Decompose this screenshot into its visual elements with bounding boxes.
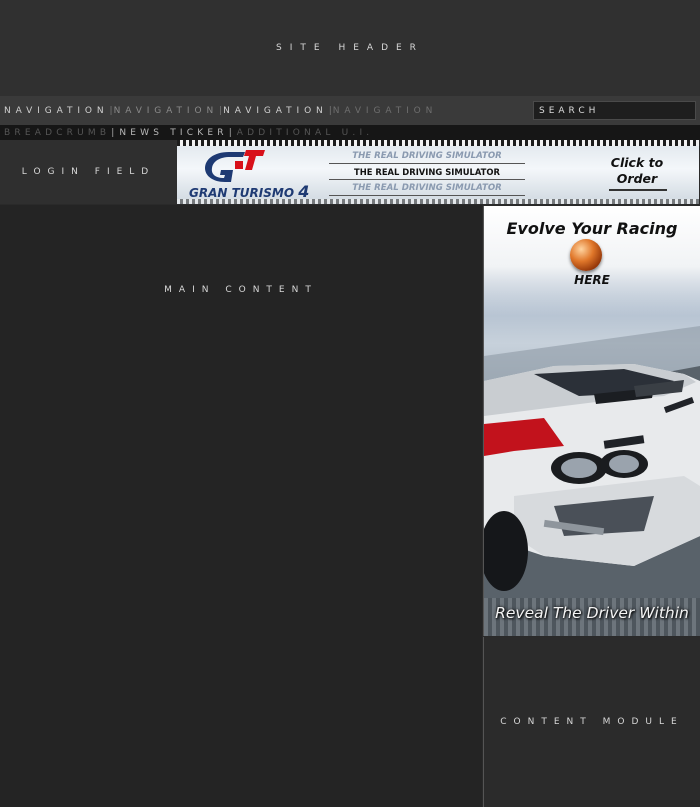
search-input[interactable]: SEARCH	[533, 101, 696, 120]
site-header: SITE HEADER	[0, 0, 700, 96]
main-content: MAIN CONTENT	[0, 205, 482, 807]
gt-brand-number: 4	[298, 182, 310, 201]
racing-ad[interactable]: Evolve Your Racing HERE Reveal The Drive…	[483, 206, 700, 636]
nav-separator: |	[109, 105, 113, 116]
slogan-rule	[329, 195, 525, 196]
site-header-label: SITE HEADER	[276, 43, 424, 53]
breadcrumb[interactable]: BREADCRUMB	[4, 128, 110, 138]
slogan-text: THE REAL DRIVING SIMULATOR	[352, 151, 502, 161]
gt-brand-name: GRAN TURISMO	[189, 186, 295, 200]
nav-item-3[interactable]: NAVIGATION	[223, 106, 328, 116]
slogan-text: THE REAL DRIVING SIMULATOR	[352, 183, 502, 193]
cta-line-1: Click to	[610, 155, 664, 170]
sub-items: BREADCRUMB | NEWS TICKER | ADDITIONAL U.…	[0, 128, 373, 138]
sub-bar: BREADCRUMB | NEWS TICKER | ADDITIONAL U.…	[0, 125, 700, 140]
sub-separator: |	[111, 127, 115, 138]
nav-item-4[interactable]: NAVIGATION	[333, 106, 438, 116]
cta-underline	[609, 189, 667, 191]
globe-icon[interactable]	[570, 239, 602, 271]
search-label: SEARCH	[539, 105, 600, 116]
gt-brand-text: GRAN TURISMO 4	[189, 182, 309, 201]
slogan-rule	[329, 163, 525, 164]
ad-footer-text: Reveal The Driver Within	[495, 604, 689, 622]
login-field-label: LOGIN FIELD	[21, 167, 156, 177]
gt-logo-icon	[205, 150, 265, 182]
gran-turismo-banner-ad[interactable]: GRAN TURISMO 4 THE REAL DRIVING SIMULATO…	[177, 140, 699, 204]
content-module: CONTENT MODULE	[483, 637, 700, 807]
main-content-label: MAIN CONTENT	[164, 285, 318, 295]
click-to-order-link[interactable]: Click to Order	[597, 155, 677, 187]
slogan-text: THE REAL DRIVING SIMULATOR	[354, 167, 500, 177]
ad-headline: Evolve Your Racing	[506, 219, 678, 238]
nav-item-2[interactable]: NAVIGATION	[114, 106, 219, 116]
slogan-rule	[329, 179, 525, 180]
nav-separator: |	[219, 105, 223, 116]
sub-separator: |	[228, 127, 232, 138]
ad-here-link[interactable]: HERE	[484, 273, 700, 287]
cta-line-2: Order	[616, 171, 658, 186]
login-field[interactable]: LOGIN FIELD	[0, 140, 177, 204]
news-ticker[interactable]: NEWS TICKER	[119, 128, 227, 138]
nav-item-1[interactable]: NAVIGATION	[4, 106, 109, 116]
nav-separator: |	[328, 105, 332, 116]
nav-items: NAVIGATION | NAVIGATION | NAVIGATION | N…	[4, 96, 437, 125]
additional-ui[interactable]: ADDITIONAL U.I.	[237, 128, 374, 138]
content-module-label: CONTENT MODULE	[500, 717, 684, 727]
